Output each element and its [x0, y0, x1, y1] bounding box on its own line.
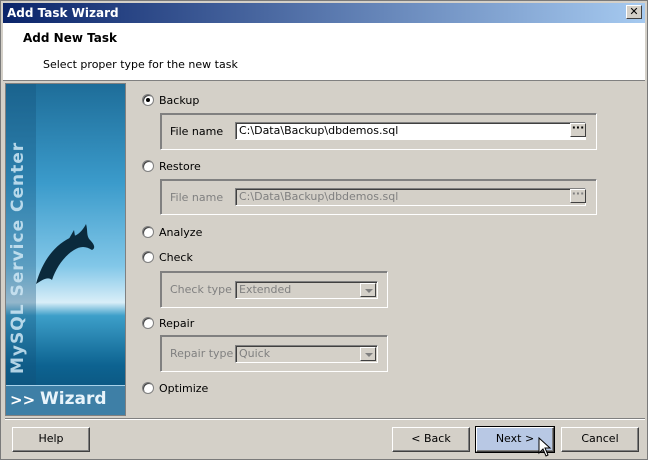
check-type-select: Extended: [235, 281, 378, 299]
repair-type-label: Repair type: [170, 347, 234, 360]
chevron-down-icon: [360, 347, 376, 361]
repair-label: Repair: [159, 316, 195, 330]
restore-option[interactable]: Restore: [142, 158, 201, 174]
wizard-arrows: >>: [10, 391, 36, 409]
add-task-wizard-window: Add Task Wizard ✕ Add New Task Select pr…: [0, 0, 648, 460]
chevron-down-icon: [360, 283, 376, 297]
browse-icon: ···: [571, 187, 585, 200]
optimize-label: Optimize: [159, 381, 209, 395]
restore-file-input: C:\Data\Backup\dbdemos.sql: [235, 188, 586, 206]
banner-brand-text: MySQL Service Center: [8, 141, 28, 374]
browse-icon: ···: [571, 121, 585, 134]
check-type-value: Extended: [239, 283, 292, 296]
analyze-radio[interactable]: [142, 226, 154, 238]
restore-radio[interactable]: [142, 160, 154, 172]
optimize-radio[interactable]: [142, 382, 154, 394]
check-type-group: Check type Extended: [160, 271, 388, 308]
back-button[interactable]: < Back: [392, 427, 470, 452]
wizard-header: Add New Task Select proper type for the …: [3, 23, 645, 81]
backup-option[interactable]: Backup: [142, 92, 199, 108]
analyze-label: Analyze: [159, 225, 203, 239]
check-radio[interactable]: [142, 251, 154, 263]
restore-browse-button: ···: [570, 187, 586, 203]
dolphin-icon: [36, 224, 95, 284]
check-option[interactable]: Check: [142, 249, 193, 265]
restore-file-label: File name: [170, 191, 224, 204]
backup-label: Backup: [159, 93, 200, 107]
check-type-label: Check type: [170, 283, 232, 296]
backup-file-label: File name: [170, 125, 224, 138]
page-title: Add New Task: [23, 31, 117, 45]
analyze-option[interactable]: Analyze: [142, 224, 202, 240]
repair-type-value: Quick: [239, 347, 271, 360]
check-label: Check: [159, 250, 193, 264]
backup-radio[interactable]: [142, 94, 154, 106]
wizard-label: Wizard: [40, 389, 107, 409]
repair-type-group: Repair type Quick: [160, 335, 388, 372]
repair-radio[interactable]: [142, 317, 154, 329]
window-title: Add Task Wizard: [7, 6, 119, 20]
repair-option[interactable]: Repair: [142, 315, 194, 331]
cancel-button[interactable]: Cancel: [561, 427, 639, 452]
restore-file-group: File name C:\Data\Backup\dbdemos.sql ···: [160, 179, 597, 215]
wizard-banner: MySQL Service Center >> Wizard: [5, 83, 126, 416]
page-subtitle: Select proper type for the new task: [43, 58, 238, 71]
close-icon: ✕: [629, 5, 639, 18]
close-button[interactable]: ✕: [626, 5, 642, 19]
mouse-cursor-icon: [538, 437, 552, 457]
title-bar: Add Task Wizard ✕: [3, 3, 645, 23]
backup-file-input[interactable]: C:\Data\Backup\dbdemos.sql: [235, 122, 586, 140]
wizard-bar: >> Wizard: [6, 385, 125, 415]
repair-type-select: Quick: [235, 345, 378, 363]
backup-browse-button[interactable]: ···: [570, 121, 586, 137]
optimize-option[interactable]: Optimize: [142, 380, 208, 396]
backup-file-group: File name C:\Data\Backup\dbdemos.sql ···: [160, 113, 597, 150]
help-button[interactable]: Help: [12, 427, 90, 452]
footer-divider: [5, 418, 645, 420]
restore-label: Restore: [159, 159, 201, 173]
